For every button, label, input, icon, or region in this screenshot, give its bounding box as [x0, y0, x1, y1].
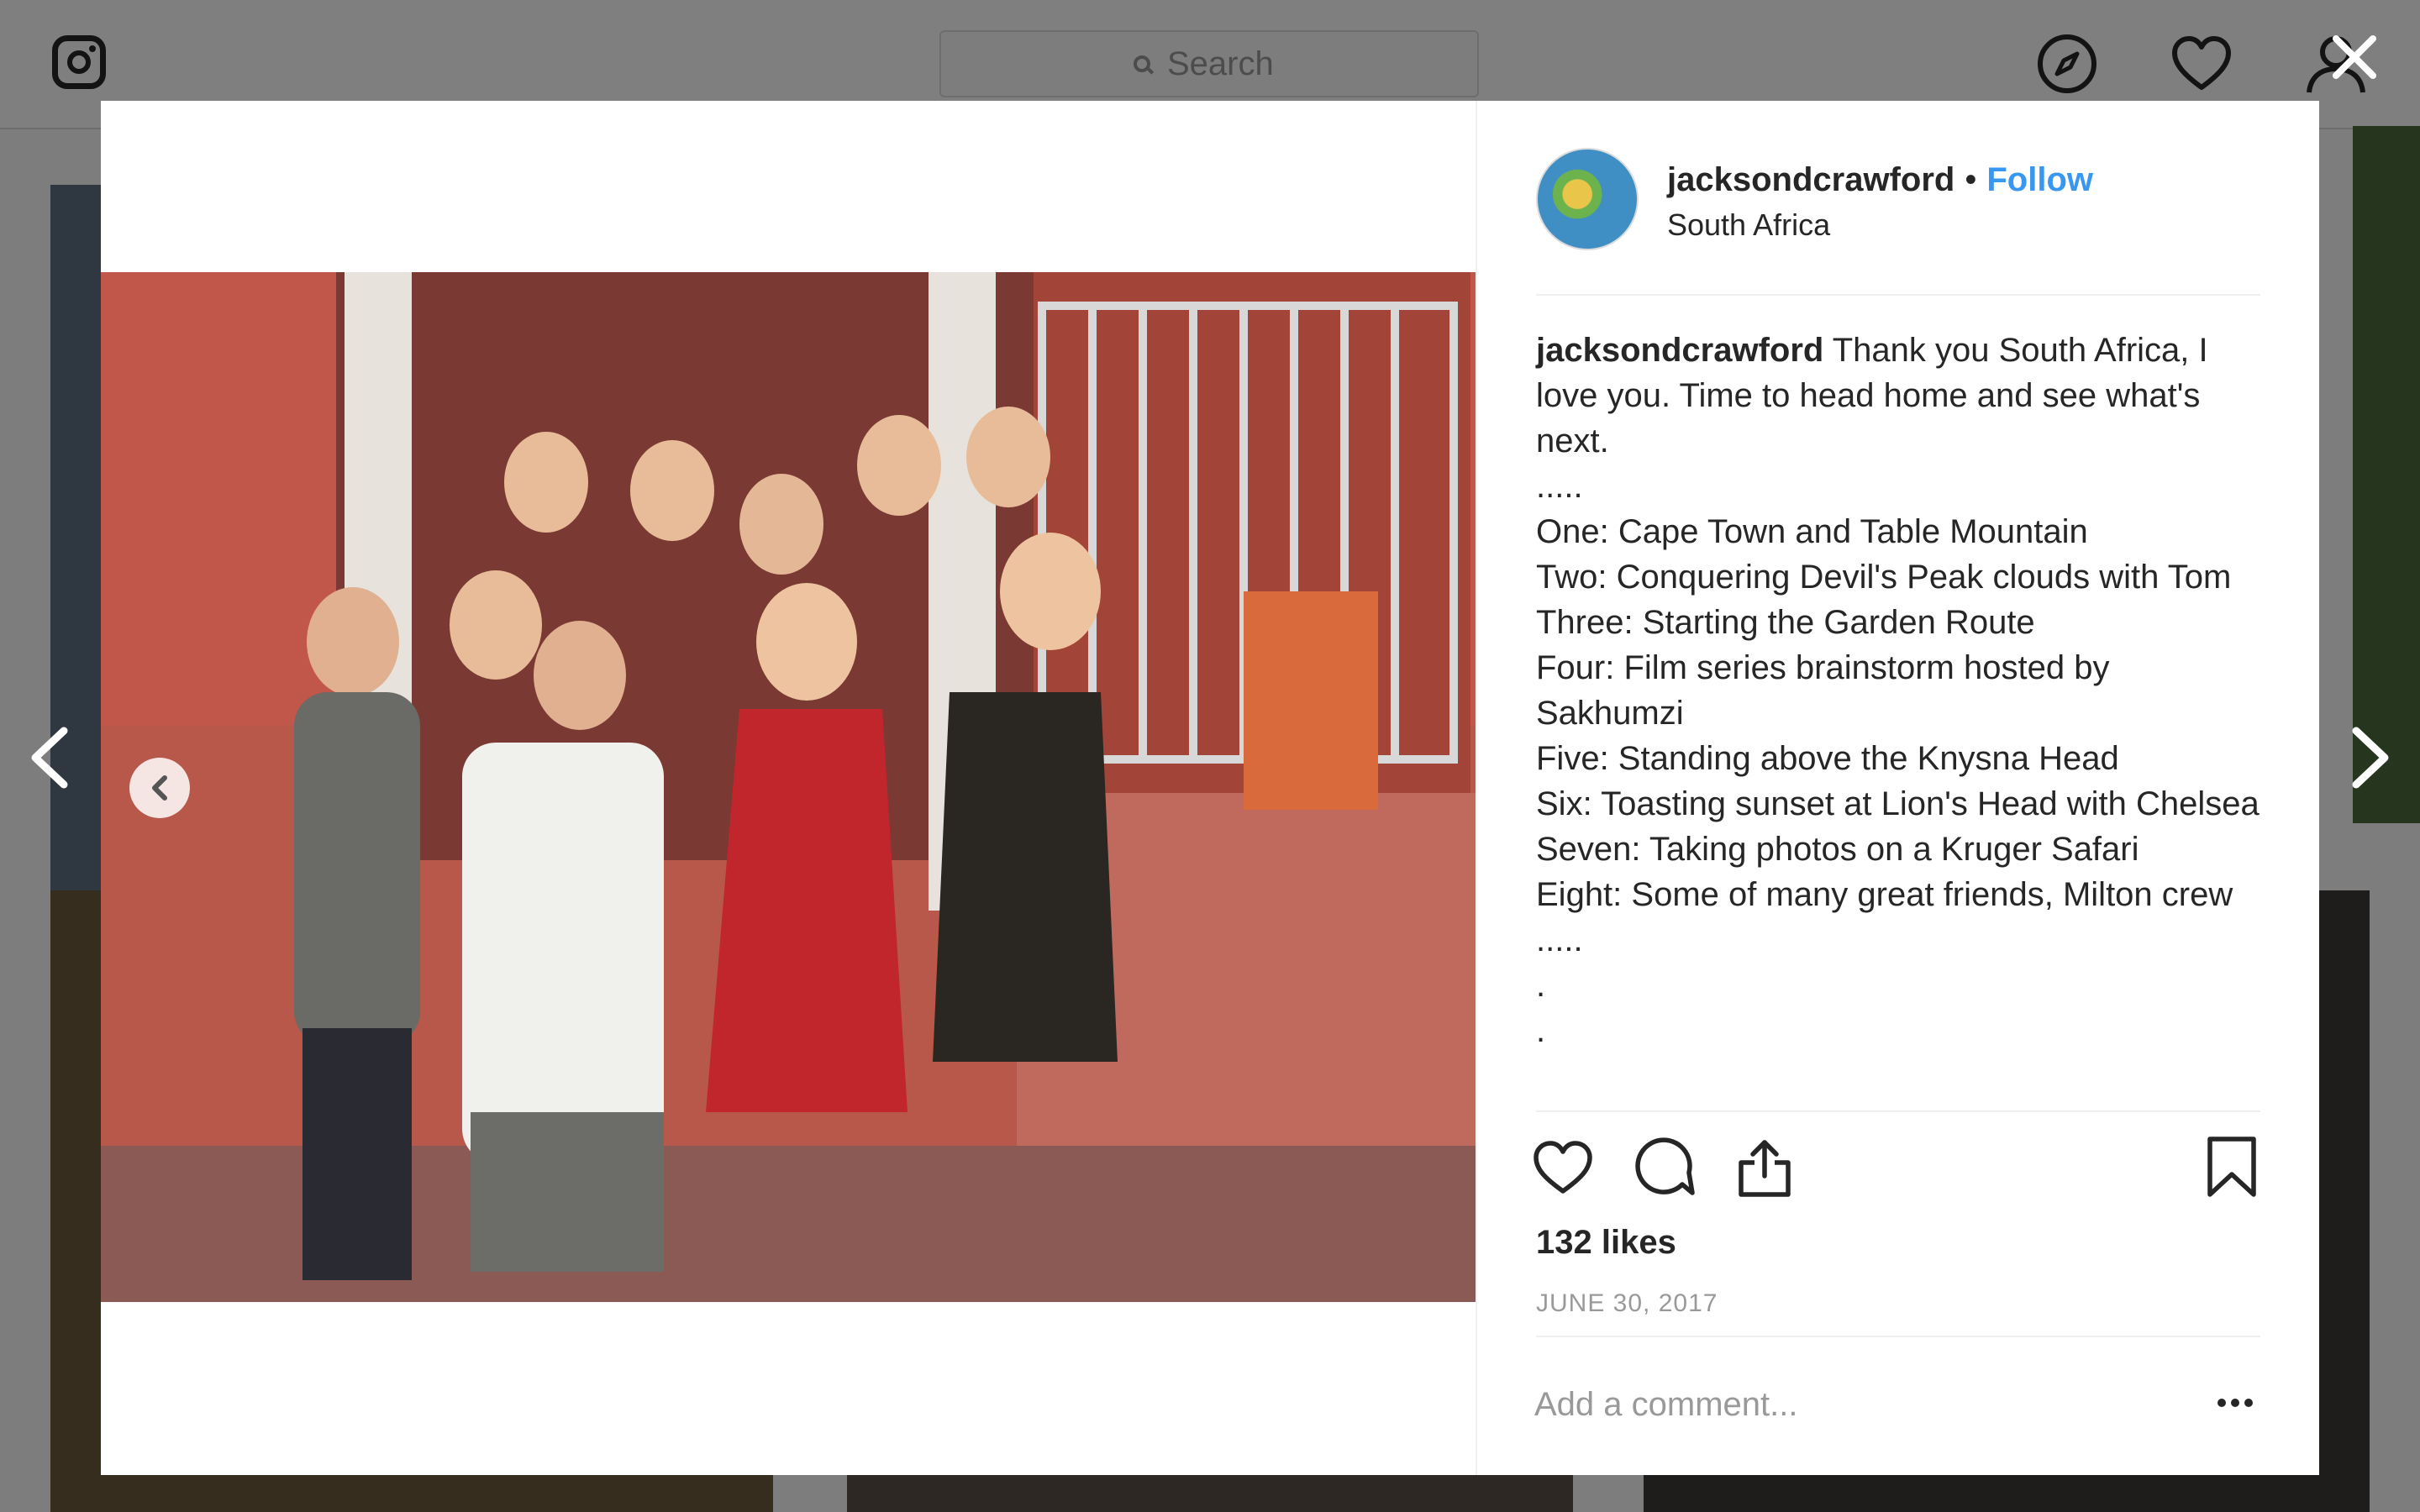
post-header: jacksondcrawford • Follow	[1667, 156, 2093, 203]
post-caption: jacksondcrawford Thank you South Africa,…	[1536, 328, 2260, 1053]
divider	[1536, 1110, 2260, 1112]
divider	[1536, 294, 2260, 296]
caption-line: .....	[1536, 921, 1583, 958]
share-icon[interactable]	[1733, 1136, 1797, 1200]
location-link[interactable]: South Africa	[1667, 203, 1830, 247]
bookmark-icon[interactable]	[2200, 1136, 2264, 1200]
username-link[interactable]: jacksondcrawford	[1667, 161, 1954, 198]
caption-line: Five: Standing above the Knysna Head	[1536, 740, 2119, 777]
caption-line: One: Cape Town and Table Mountain	[1536, 513, 2088, 550]
chevron-right-icon[interactable]	[2344, 724, 2395, 791]
post-details: jacksondcrawford • Follow South Africa jac…	[1476, 101, 2319, 1475]
caption-line: .....	[1536, 468, 1583, 505]
post-photo	[101, 272, 1476, 1302]
caption-username-link[interactable]: jacksondcrawford	[1536, 332, 1823, 369]
caption-line: Seven: Taking photos on a Kruger Safari	[1536, 831, 2139, 868]
close-icon[interactable]	[2329, 32, 2380, 82]
post-date: JUNE 30, 2017	[1536, 1289, 1718, 1317]
likes-count[interactable]: 132 likes	[1536, 1220, 1676, 1265]
comment-input[interactable]	[1534, 1379, 2173, 1430]
caption-line: Three: Starting the Garden Route	[1536, 604, 2035, 641]
caption-line: Eight: Some of many great friends, Milto…	[1536, 876, 2233, 913]
chevron-left-icon[interactable]	[25, 724, 76, 791]
carousel-previous-button[interactable]	[129, 758, 190, 818]
comment-icon[interactable]	[1632, 1136, 1696, 1200]
caption-line: .	[1536, 967, 1546, 1004]
caption-line: Two: Conquering Devil's Peak clouds with…	[1536, 559, 2232, 596]
chevron-left-icon	[152, 775, 167, 801]
separator-dot: •	[1965, 161, 1977, 198]
divider	[1536, 1336, 2260, 1337]
post-modal: jacksondcrawford • Follow South Africa jac…	[101, 101, 2319, 1475]
caption-line: Six: Toasting sunset at Lion's Head with…	[1536, 785, 2260, 822]
more-options-icon[interactable]	[2215, 1394, 2255, 1411]
caption-line: Four: Film series brainstorm hosted by S…	[1536, 649, 2110, 732]
avatar[interactable]	[1536, 148, 1639, 250]
caption-line: .	[1536, 1012, 1546, 1049]
post-media	[101, 101, 1476, 1475]
follow-button[interactable]: Follow	[1986, 161, 2093, 198]
like-icon[interactable]	[1531, 1136, 1595, 1200]
